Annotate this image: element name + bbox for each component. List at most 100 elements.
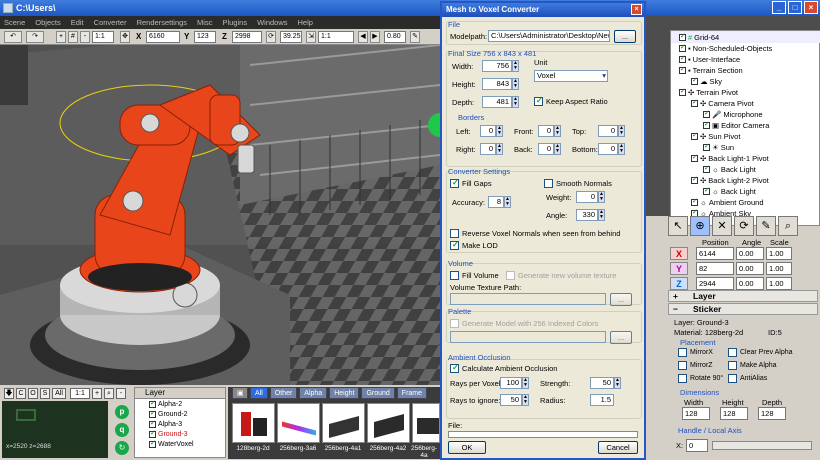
clear-alpha-checkbox[interactable]: Clear Prev Alpha	[728, 348, 793, 357]
tree-item[interactable]: ☼Back Light	[703, 186, 756, 196]
layer-row[interactable]: WaterVoxel	[135, 439, 225, 449]
tree-checkbox[interactable]	[691, 131, 698, 140]
tab-ground[interactable]: Ground	[361, 387, 395, 399]
top-input[interactable]: 0	[598, 125, 618, 137]
scale-z-field[interactable]: 1.00	[766, 277, 792, 290]
checkbox-box[interactable]	[728, 374, 737, 383]
left-arrow-icon[interactable]: ◀	[358, 31, 368, 43]
maximize-button[interactable]: □	[788, 1, 802, 14]
ignore-spinner[interactable]: ▲ ▼	[522, 394, 529, 406]
dim-width-field[interactable]: 128	[682, 407, 710, 420]
checkbox-box[interactable]	[450, 178, 459, 188]
right-spinner[interactable]: ▲ ▼	[496, 143, 503, 155]
smooth-normals-checkbox[interactable]: Smooth Normals	[544, 179, 612, 188]
target-icon[interactable]: ⊕	[690, 216, 710, 236]
close-button[interactable]: ×	[804, 1, 818, 14]
tab-alpha[interactable]: Alpha	[299, 387, 328, 399]
refresh-icon[interactable]: ↻	[115, 441, 129, 455]
fill-volume-checkbox[interactable]: Fill Volume	[450, 271, 499, 280]
generate-texture-checkbox[interactable]: Generate new volume texture	[506, 271, 616, 280]
layer-row[interactable]: Alpha-2	[135, 399, 225, 409]
layer-checkbox[interactable]	[149, 439, 156, 448]
rotate-icon[interactable]: ⟳	[266, 31, 276, 43]
tree-checkbox[interactable]	[703, 164, 710, 173]
keep-aspect-checkbox[interactable]: Keep Aspect Ratio	[534, 96, 608, 106]
angle-spinner[interactable]: ▲ ▼	[598, 209, 605, 221]
opacity-field[interactable]: 0.80	[384, 31, 406, 43]
tree-checkbox[interactable]	[679, 32, 686, 41]
tree-checkbox[interactable]	[703, 120, 710, 129]
tree-checkbox[interactable]	[691, 197, 698, 206]
dim-depth-field[interactable]: 128	[758, 407, 786, 420]
minimap[interactable]: x=2520 z=2688	[2, 401, 108, 458]
bottom-spinner[interactable]: ▲ ▼	[618, 143, 625, 155]
3d-viewport[interactable]	[0, 45, 440, 385]
dim-height-field[interactable]: 128	[720, 407, 748, 420]
menu-converter[interactable]: Converter	[94, 18, 127, 27]
volume-texture-path-input[interactable]	[450, 293, 606, 305]
tree-item[interactable]: ▪Terrain Section	[679, 65, 743, 75]
undo-icon[interactable]: ↶	[4, 31, 22, 43]
antialias-checkbox[interactable]: AntiAlias	[728, 374, 767, 383]
layer-checkbox[interactable]	[149, 419, 156, 428]
indexed-colors-checkbox[interactable]: Generate Model with 256 Indexed Colors	[450, 319, 598, 328]
button-s[interactable]: S	[40, 388, 50, 399]
checkbox-box[interactable]	[534, 96, 543, 106]
layer-row-selected[interactable]: Ground-3	[135, 429, 225, 439]
button-o[interactable]: O	[28, 388, 38, 399]
back-spinner[interactable]: ▲ ▼	[554, 143, 561, 155]
tree-checkbox[interactable]	[679, 65, 686, 74]
tree-checkbox[interactable]	[703, 186, 710, 195]
tree-item[interactable]: ✣Terrain Pivot	[679, 87, 738, 97]
unit-select[interactable]: Voxel ▾	[534, 70, 608, 82]
layer-row[interactable]: Alpha-3	[135, 419, 225, 429]
checkbox-box[interactable]	[728, 348, 737, 357]
texture-thumbnail[interactable]	[277, 403, 320, 443]
z-coordinate-field[interactable]: 2998	[232, 31, 262, 43]
angle-x-field[interactable]: 0.00	[736, 247, 764, 260]
tree-item[interactable]: ☀Sun	[703, 142, 734, 152]
checkbox-box[interactable]	[728, 361, 737, 370]
tree-item[interactable]: ▪Non-Scheduled-Objects	[679, 43, 772, 53]
strength-input[interactable]: 50	[590, 377, 614, 389]
pen-icon[interactable]: ✎	[410, 31, 420, 43]
menu-scene[interactable]: Scene	[4, 18, 25, 27]
tab-height[interactable]: Height	[329, 387, 360, 399]
picture-icon[interactable]: ▣	[232, 387, 248, 399]
zoom-out-icon[interactable]: -	[80, 31, 90, 43]
tree-checkbox[interactable]	[679, 87, 686, 96]
make-lod-checkbox[interactable]: Make LOD	[450, 240, 498, 250]
radius-input[interactable]: 1.5	[590, 394, 614, 406]
tree-checkbox[interactable]	[703, 142, 710, 151]
accuracy-input[interactable]: 8	[488, 196, 504, 208]
y-coordinate-field[interactable]: 123	[194, 31, 216, 43]
expand-icon[interactable]: +	[673, 291, 678, 301]
rays-input[interactable]: 100	[500, 377, 522, 389]
layer-section-header[interactable]: + Layer	[668, 290, 818, 302]
grid-icon[interactable]: #	[68, 31, 78, 43]
handle-x-field[interactable]: 0	[686, 439, 708, 452]
p-icon[interactable]: p	[115, 405, 129, 419]
checkbox-box[interactable]	[544, 179, 553, 188]
tree-item[interactable]: ✣Back Light-1 Pivot	[691, 153, 769, 163]
checkbox-box[interactable]	[678, 374, 687, 383]
tab-frame[interactable]: Frame	[396, 387, 428, 399]
tree-checkbox[interactable]	[679, 43, 686, 52]
add-icon[interactable]: +	[92, 388, 102, 399]
left-input[interactable]: 0	[480, 125, 496, 137]
mirror-z-checkbox[interactable]: MirrorZ	[678, 361, 713, 370]
scale-icon[interactable]: ✕	[712, 216, 732, 236]
minus-icon[interactable]: -	[116, 388, 126, 399]
texture-thumbnail[interactable]	[367, 403, 410, 443]
browse-button[interactable]: ...	[614, 30, 636, 43]
height-spinner[interactable]: ▲ ▼	[512, 78, 519, 90]
range-field[interactable]: 1:1	[318, 31, 354, 43]
accuracy-spinner[interactable]: ▲ ▼	[504, 196, 511, 208]
width-input[interactable]: 756	[482, 60, 512, 72]
tree-item[interactable]: ☼Back Light	[703, 164, 756, 174]
front-spinner[interactable]: ▲ ▼	[554, 125, 561, 137]
mirror-x-checkbox[interactable]: MirrorX	[678, 348, 713, 357]
tree-item[interactable]: ▣Editor Camera	[703, 120, 769, 130]
modelpath-input[interactable]: C:\Users\Administrator\Desktop\New	[488, 30, 610, 42]
tree-checkbox[interactable]	[691, 153, 698, 162]
